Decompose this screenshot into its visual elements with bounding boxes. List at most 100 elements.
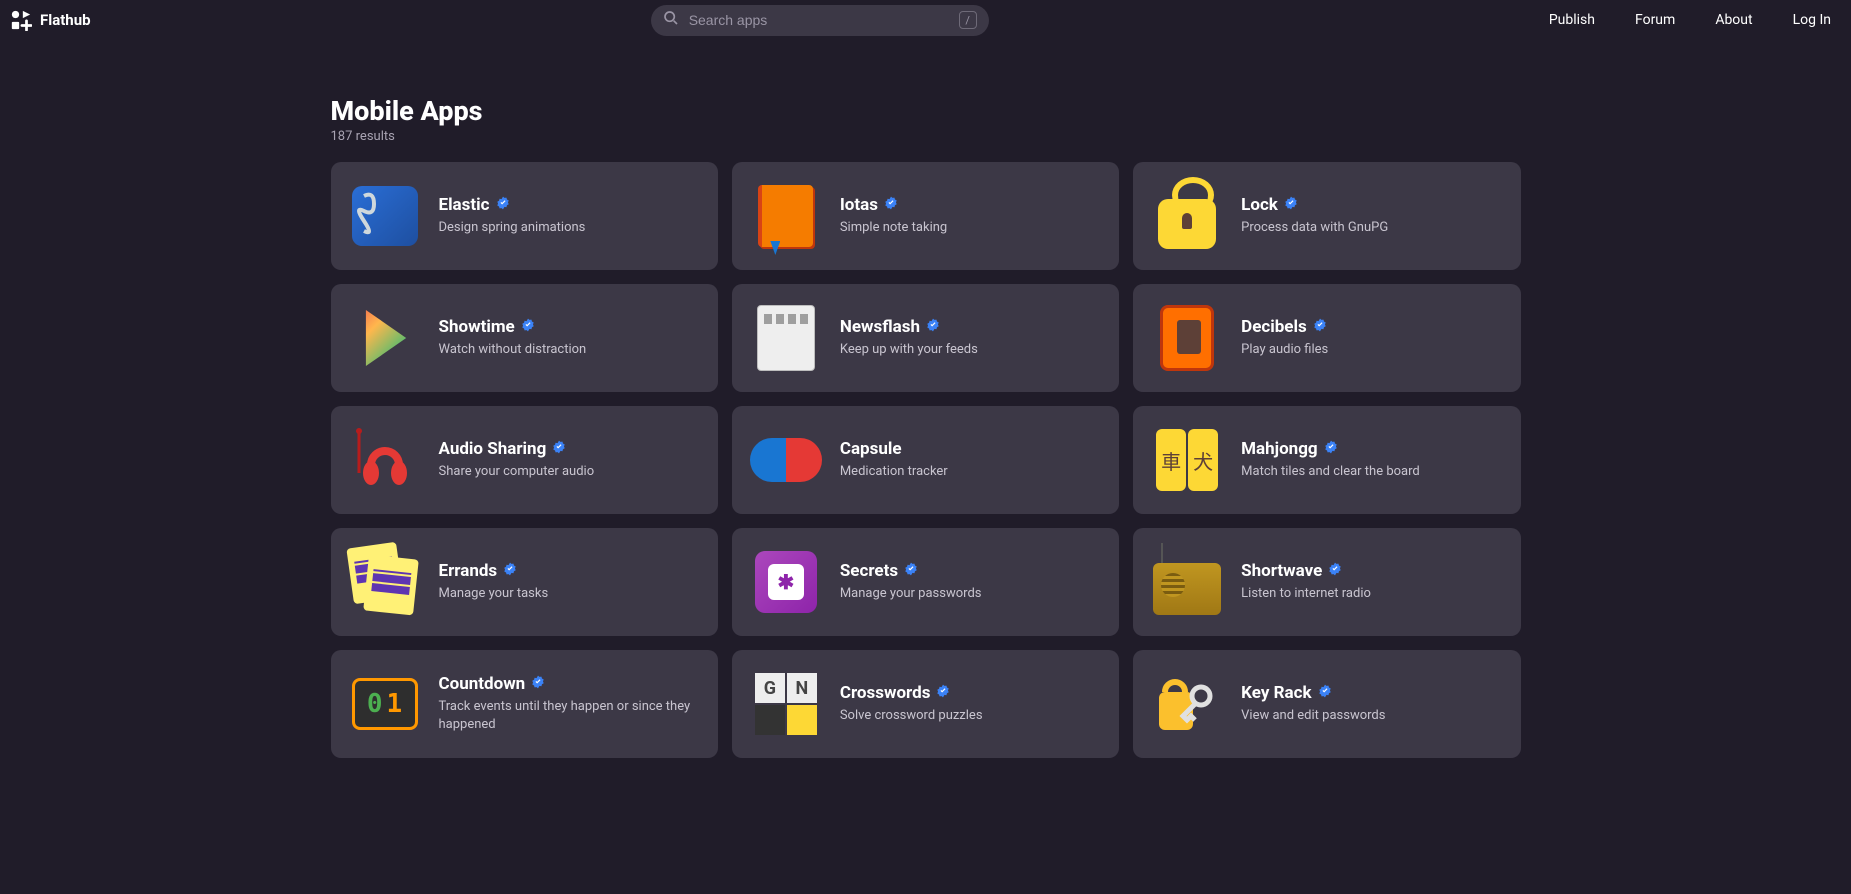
app-desc: Listen to internet radio bbox=[1241, 585, 1502, 603]
app-title-row: Lock bbox=[1241, 195, 1502, 215]
app-card-errands[interactable]: Errands Manage your tasks bbox=[331, 528, 718, 636]
app-desc: Process data with GnuPG bbox=[1241, 219, 1502, 237]
search-icon bbox=[663, 10, 679, 30]
verified-badge-icon bbox=[884, 195, 898, 214]
app-card-newsflash[interactable]: Newsflash Keep up with your feeds bbox=[732, 284, 1119, 392]
app-card-secrets[interactable]: ✱ SecretsManage your passwords bbox=[732, 528, 1119, 636]
app-card-keyrack[interactable]: Key Rack View and edit passwords bbox=[1133, 650, 1520, 758]
app-icon-keyrack bbox=[1151, 668, 1223, 740]
app-desc: View and edit passwords bbox=[1241, 707, 1502, 725]
app-info: Crosswords Solve crossword puzzles bbox=[840, 683, 1101, 725]
app-title: Elastic bbox=[439, 195, 490, 215]
app-icon-audio-sharing bbox=[349, 424, 421, 496]
nav-forum[interactable]: Forum bbox=[1635, 12, 1675, 28]
app-card-crosswords[interactable]: GN Crosswords Solve crossword puzzles bbox=[732, 650, 1119, 758]
app-icon-decibels bbox=[1151, 302, 1223, 374]
verified-badge-icon bbox=[1318, 683, 1332, 702]
app-info: Audio Sharing Share your computer audio bbox=[439, 439, 700, 481]
verified-badge-icon bbox=[503, 561, 517, 580]
app-info: Errands Manage your tasks bbox=[439, 561, 700, 603]
app-title-row: Secrets bbox=[840, 561, 1101, 581]
app-desc: Keep up with your feeds bbox=[840, 341, 1101, 359]
app-info: Countdown Track events until they happen … bbox=[439, 674, 700, 734]
verified-badge-icon bbox=[496, 195, 510, 214]
app-title-row: Capsule bbox=[840, 439, 1101, 459]
app-title: Shortwave bbox=[1241, 561, 1322, 581]
app-title-row: Audio Sharing bbox=[439, 439, 700, 459]
app-card-decibels[interactable]: DecibelsPlay audio files bbox=[1133, 284, 1520, 392]
app-card-countdown[interactable]: 01CountdownTrack events until they happe… bbox=[331, 650, 718, 758]
app-icon-errands bbox=[349, 546, 421, 618]
app-title: Crosswords bbox=[840, 683, 931, 703]
verified-badge-icon bbox=[904, 561, 918, 580]
app-icon-crosswords: GN bbox=[750, 668, 822, 740]
app-info: Iotas Simple note taking bbox=[840, 195, 1101, 237]
app-desc: Medication tracker bbox=[840, 463, 1101, 481]
app-info: DecibelsPlay audio files bbox=[1241, 317, 1502, 359]
app-icon-capsule bbox=[750, 424, 822, 496]
app-icon-iotas bbox=[750, 180, 822, 252]
app-title: Iotas bbox=[840, 195, 878, 215]
app-icon-shortwave bbox=[1151, 546, 1223, 618]
app-title-row: Countdown bbox=[439, 674, 700, 694]
logo-link[interactable]: Flathub bbox=[10, 9, 91, 31]
app-title: Decibels bbox=[1241, 317, 1307, 337]
app-desc: Manage your tasks bbox=[439, 585, 700, 603]
app-info: SecretsManage your passwords bbox=[840, 561, 1101, 603]
app-info: Key Rack View and edit passwords bbox=[1241, 683, 1502, 725]
app-card-elastic[interactable]: ElasticDesign spring animations bbox=[331, 162, 718, 270]
app-card-capsule[interactable]: Capsule Medication tracker bbox=[732, 406, 1119, 514]
app-icon-lock bbox=[1151, 180, 1223, 252]
verified-badge-icon bbox=[1313, 317, 1327, 336]
app-info: Newsflash Keep up with your feeds bbox=[840, 317, 1101, 359]
app-card-audio-sharing[interactable]: Audio Sharing Share your computer audio bbox=[331, 406, 718, 514]
app-title-row: Key Rack bbox=[1241, 683, 1502, 703]
app-title-row: Shortwave bbox=[1241, 561, 1502, 581]
verified-badge-icon bbox=[926, 317, 940, 336]
app-info: Capsule Medication tracker bbox=[840, 439, 1101, 481]
results-count: 187 results bbox=[331, 129, 1521, 144]
app-icon-showtime bbox=[349, 302, 421, 374]
app-title-row: Mahjongg bbox=[1241, 439, 1502, 459]
verified-badge-icon bbox=[1324, 439, 1338, 458]
app-desc: Match tiles and clear the board bbox=[1241, 463, 1502, 481]
verified-badge-icon bbox=[531, 674, 545, 693]
page-title: Mobile Apps bbox=[331, 95, 1521, 127]
app-card-iotas[interactable]: Iotas Simple note taking bbox=[732, 162, 1119, 270]
app-title-row: Showtime bbox=[439, 317, 700, 337]
header-nav: Publish Forum About Log In bbox=[1549, 12, 1831, 28]
app-icon-elastic bbox=[349, 180, 421, 252]
app-title: Countdown bbox=[439, 674, 526, 694]
app-info: Showtime Watch without distraction bbox=[439, 317, 700, 359]
app-title: Audio Sharing bbox=[439, 439, 547, 459]
app-title: Newsflash bbox=[840, 317, 920, 337]
app-icon-secrets: ✱ bbox=[750, 546, 822, 618]
nav-about[interactable]: About bbox=[1715, 12, 1752, 28]
app-title-row: Decibels bbox=[1241, 317, 1502, 337]
app-info: Shortwave Listen to internet radio bbox=[1241, 561, 1502, 603]
app-card-lock[interactable]: Lock Process data with GnuPG bbox=[1133, 162, 1520, 270]
app-desc: Solve crossword puzzles bbox=[840, 707, 1101, 725]
nav-publish[interactable]: Publish bbox=[1549, 12, 1595, 28]
verified-badge-icon bbox=[1284, 195, 1298, 214]
app-card-mahjongg[interactable]: 車犬 Mahjongg Match tiles and clear the boar… bbox=[1133, 406, 1520, 514]
brand-name: Flathub bbox=[40, 11, 91, 29]
apps-grid: ElasticDesign spring animations Iotas Simp… bbox=[331, 162, 1521, 758]
app-desc: Simple note taking bbox=[840, 219, 1101, 237]
search-box[interactable]: / bbox=[651, 5, 989, 36]
app-card-shortwave[interactable]: Shortwave Listen to internet radio bbox=[1133, 528, 1520, 636]
app-desc: Track events until they happen or since … bbox=[439, 698, 700, 734]
app-icon-newsflash bbox=[750, 302, 822, 374]
flathub-logo-icon bbox=[10, 9, 32, 31]
main-container: Mobile Apps 187 results ElasticDesign sp… bbox=[331, 40, 1521, 758]
app-card-showtime[interactable]: Showtime Watch without distraction bbox=[331, 284, 718, 392]
nav-login[interactable]: Log In bbox=[1793, 12, 1831, 28]
verified-badge-icon bbox=[521, 317, 535, 336]
app-icon-mahjongg: 車犬 bbox=[1151, 424, 1223, 496]
app-desc: Share your computer audio bbox=[439, 463, 700, 481]
app-title: Errands bbox=[439, 561, 498, 581]
app-desc: Watch without distraction bbox=[439, 341, 700, 359]
app-title: Mahjongg bbox=[1241, 439, 1317, 459]
app-title-row: Elastic bbox=[439, 195, 700, 215]
search-input[interactable] bbox=[689, 12, 949, 28]
